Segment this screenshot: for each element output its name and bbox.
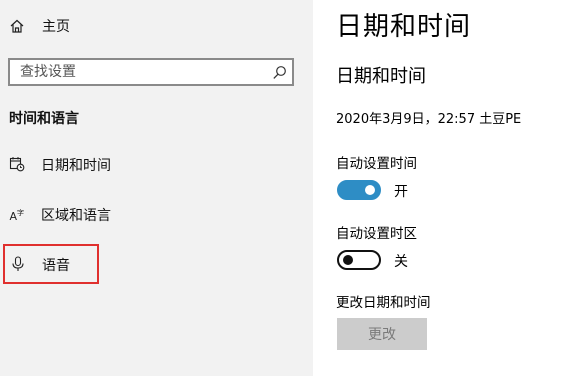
sidebar-item-label: 日期和时间	[41, 158, 111, 174]
sidebar-item-speech[interactable]: 语音	[3, 244, 99, 284]
auto-timezone-label: 自动设置时区	[336, 226, 417, 242]
auto-timezone-toggle[interactable]	[337, 250, 381, 270]
home-icon	[10, 19, 24, 33]
toggle-knob	[365, 185, 375, 195]
sidebar: 主页 时间和语言 日期和时间 A 字 区域和语言	[0, 0, 313, 376]
microphone-icon	[12, 256, 24, 271]
auto-timezone-state: 关	[394, 254, 408, 270]
language-icon: A 字	[10, 208, 25, 222]
auto-time-label: 自动设置时间	[336, 156, 417, 172]
calendar-clock-icon	[9, 157, 25, 172]
page-title: 日期和时间	[336, 12, 472, 42]
sidebar-item-label: 语音	[42, 258, 70, 274]
search-box[interactable]	[8, 58, 294, 86]
auto-time-state: 开	[394, 184, 408, 200]
search-icon[interactable]	[272, 65, 287, 80]
auto-time-toggle[interactable]	[337, 180, 381, 200]
home-label: 主页	[42, 19, 70, 35]
change-button[interactable]: 更改	[337, 318, 427, 350]
sidebar-item-region-language[interactable]: A 字 区域和语言	[4, 196, 304, 232]
search-input[interactable]	[20, 62, 260, 82]
main-content: 日期和时间 日期和时间 2020年3月9日，22:57 土豆PE 自动设置时间 …	[313, 0, 577, 376]
toggle-knob	[343, 255, 353, 265]
sidebar-home[interactable]: 主页	[0, 10, 313, 42]
sidebar-item-date-time[interactable]: 日期和时间	[4, 146, 304, 182]
current-datetime: 2020年3月9日，22:57 土豆PE	[336, 112, 522, 127]
change-datetime-label: 更改日期和时间	[336, 295, 431, 311]
sidebar-item-label: 区域和语言	[41, 208, 111, 224]
section-heading: 日期和时间	[336, 66, 426, 87]
section-title: 时间和语言	[9, 111, 79, 127]
svg-text:字: 字	[17, 208, 24, 217]
